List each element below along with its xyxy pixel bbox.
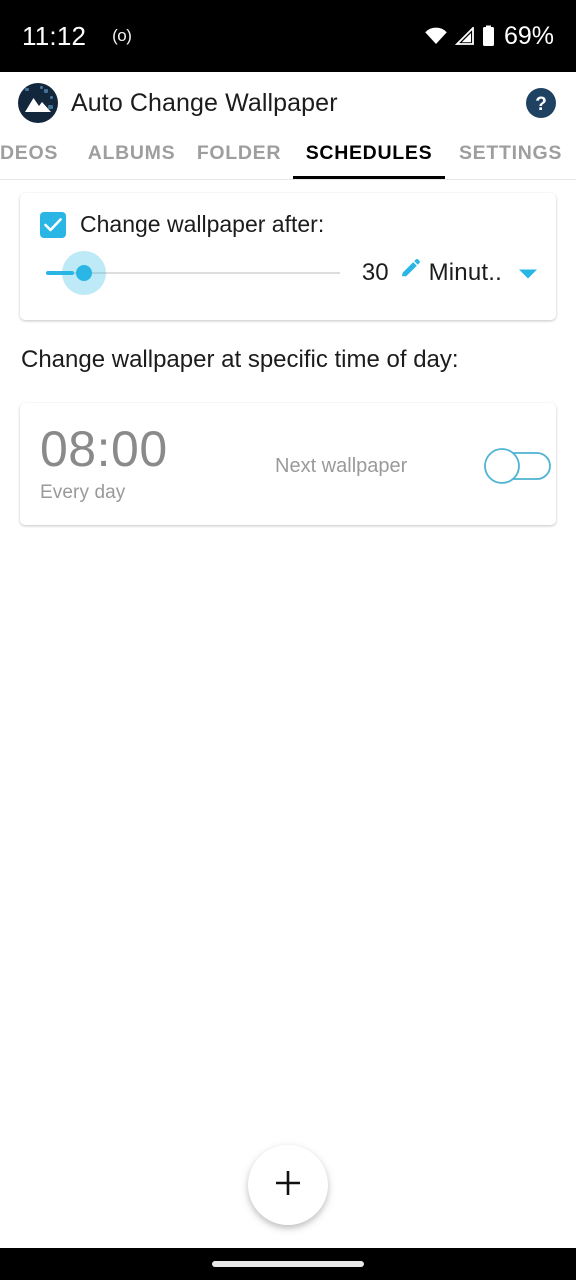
tab-label: FOLDER <box>196 142 282 164</box>
tab-label: SCHEDULES <box>305 142 433 164</box>
specific-time-section-title: Change wallpaper at specific time of day… <box>21 346 459 373</box>
pencil-icon[interactable] <box>399 258 421 288</box>
tab-videos[interactable]: DEOS <box>0 134 78 180</box>
change-after-checkbox[interactable] <box>40 211 66 238</box>
tab-albums[interactable]: ALBUMS <box>78 134 185 180</box>
mountain-app-logo-icon <box>18 83 58 123</box>
tab-label: ALBUMS <box>87 142 176 164</box>
status-icons: 69% <box>424 22 554 51</box>
schedule-time-group[interactable]: 08:00 Every day <box>40 424 168 504</box>
status-clock: 11:12 <box>22 20 87 51</box>
change-after-checkbox-row[interactable]: Change wallpaper after: <box>20 193 556 238</box>
help-circle-icon[interactable]: ? <box>524 86 558 120</box>
battery-percent-label: 69% <box>503 21 554 50</box>
change-after-card: Change wallpaper after: 30 Minut.. <box>20 193 556 320</box>
interval-controls-row: 30 Minut.. <box>20 251 556 295</box>
page-title: Auto Change Wallpaper <box>71 88 338 117</box>
tab-schedules[interactable]: SCHEDULES <box>293 134 445 180</box>
app-bar: Auto Change Wallpaper ? <box>0 72 576 134</box>
change-after-label: Change wallpaper after: <box>80 211 325 237</box>
interval-number[interactable]: 30 <box>362 259 389 287</box>
schedule-enable-toggle[interactable] <box>476 443 554 489</box>
wifi-icon <box>424 27 448 45</box>
interval-unit[interactable]: Minut.. <box>429 259 502 287</box>
slider-thumb[interactable] <box>76 265 92 281</box>
tab-settings[interactable]: SETTINGS <box>445 134 576 180</box>
interval-slider[interactable] <box>40 251 340 295</box>
battery-icon <box>482 25 495 47</box>
tab-folder[interactable]: FOLDER <box>185 134 293 180</box>
schedule-repeat: Every day <box>40 482 126 503</box>
status-bar: 11:12 (o) 69% <box>0 0 576 72</box>
cellular-signal-icon <box>454 27 475 45</box>
system-navigation-bar <box>0 1248 576 1280</box>
cast-icon: (o) <box>112 26 132 45</box>
tab-bar-divider <box>0 179 576 180</box>
tab-bar: DEOS ALBUMS FOLDER SCHEDULES SETTINGS <box>0 134 576 180</box>
home-gesture-pill[interactable] <box>212 1261 364 1267</box>
plus-icon <box>272 1167 304 1204</box>
add-schedule-fab[interactable] <box>248 1145 328 1225</box>
interval-value-group: 30 Minut.. <box>362 258 538 288</box>
svg-text:?: ? <box>535 94 547 115</box>
chevron-down-icon[interactable] <box>518 259 538 287</box>
tab-label: SETTINGS <box>458 142 563 164</box>
schedule-time[interactable]: 08:00 <box>40 424 168 475</box>
app-screen: 11:12 (o) 69% Auto Change Wallpaper ? DE… <box>0 0 576 1280</box>
tab-label: DEOS <box>0 142 59 164</box>
schedule-action-label: Next wallpaper <box>275 455 408 477</box>
